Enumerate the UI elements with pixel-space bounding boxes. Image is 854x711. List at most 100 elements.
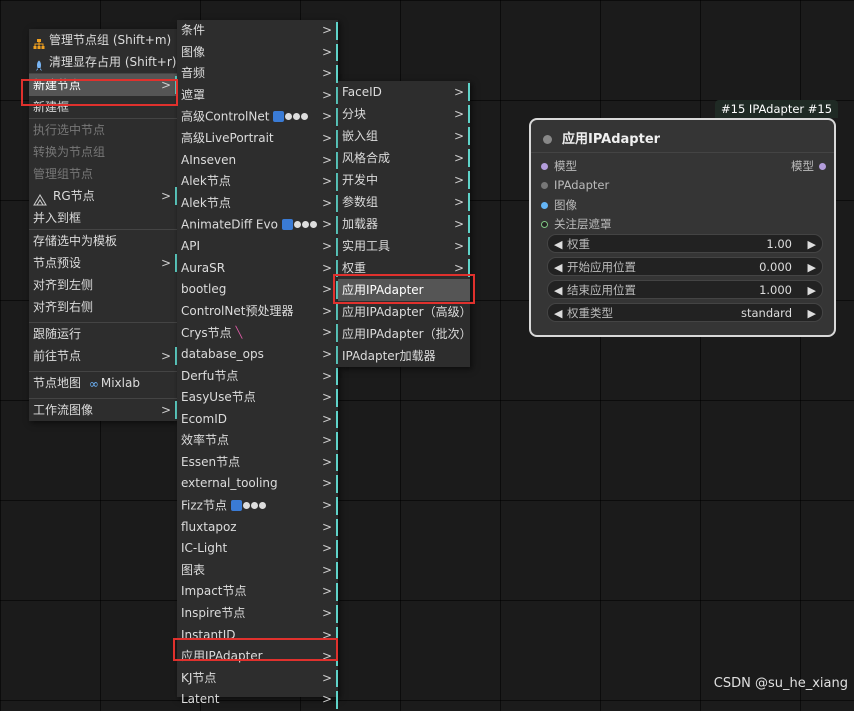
menu-item-go-to-node[interactable]: 前往节点 > — [29, 345, 177, 367]
ipadapter-item-4[interactable]: 开发中 > — [338, 169, 470, 191]
submenu-item-15[interactable]: database_ops > — [177, 344, 338, 366]
menu-item-label: ControlNet预处理器 — [181, 303, 294, 318]
submenu-item-17[interactable]: EasyUse节点 > — [177, 387, 338, 409]
submenu-item-29[interactable]: 应用IPAdapter > — [177, 646, 338, 668]
infinity-icon: ∞ — [88, 376, 99, 391]
input-slot-ipadapter[interactable]: IPAdapter — [541, 178, 609, 192]
menu-item-label: IC-Light — [181, 541, 228, 556]
increment-arrow-icon[interactable]: ▶ — [808, 235, 816, 254]
ipadapter-item-9[interactable]: 应用IPAdapter — [338, 279, 470, 301]
menu-item-align-right[interactable]: 对齐到右侧 — [29, 296, 177, 318]
widget-weight-type[interactable]: ◀ 权重类型 standard ▶ — [547, 303, 823, 322]
widget-weight[interactable]: ◀ 权重 1.00 ▶ — [547, 234, 823, 253]
menu-item-new-node[interactable]: 新建节点 > — [29, 73, 177, 96]
ipadapter-item-8[interactable]: 权重 > — [338, 257, 470, 279]
menu-item-merge-into-frame[interactable]: 并入到框 — [29, 207, 177, 229]
submenu-arrow-icon: > — [321, 692, 332, 707]
menu-item-label: 图像 — [181, 44, 206, 59]
menu-item-clear-vram[interactable]: 清理显存占用 (Shift+r) — [29, 51, 177, 73]
menu-item-label: FaceID — [342, 85, 382, 99]
submenu-item-1[interactable]: 图像 > — [177, 42, 338, 64]
submenu-arrow-icon: > — [321, 23, 332, 37]
decrement-arrow-icon[interactable]: ◀ — [554, 235, 562, 254]
submenu-item-24[interactable]: IC-Light > — [177, 538, 338, 560]
menu-item-rg-nodes[interactable]: RG节点 > — [29, 185, 177, 207]
input-slot-model[interactable]: 模型 — [541, 158, 577, 174]
submenu-item-25[interactable]: 图表 > — [177, 560, 338, 582]
node-pack-badge-icon — [230, 495, 266, 517]
menu-item-workflow-image[interactable]: 工作流图像 > — [29, 398, 177, 421]
menu-item-align-left[interactable]: 对齐到左侧 — [29, 274, 177, 296]
submenu-item-4[interactable]: 高级ControlNet > — [177, 106, 338, 128]
ipadapter-item-7[interactable]: 实用工具 > — [338, 235, 470, 257]
submenu-item-31[interactable]: Latent > — [177, 689, 338, 711]
menu-item-label: API — [181, 238, 200, 253]
decrement-arrow-icon[interactable]: ◀ — [554, 281, 562, 300]
ipadapter-item-1[interactable]: 分块 > — [338, 103, 470, 125]
submenu-item-12[interactable]: bootleg > — [177, 279, 338, 301]
submenu-item-14[interactable]: Crys节点 ╲ > — [177, 322, 338, 344]
submenu-item-8[interactable]: Alek节点 > — [177, 193, 338, 215]
ipadapter-item-5[interactable]: 参数组 > — [338, 191, 470, 213]
menu-item-label: Alek节点 — [181, 174, 231, 189]
ipadapter-item-2[interactable]: 嵌入组 > — [338, 125, 470, 147]
menu-item-save-as-template[interactable]: 存储选中为模板 — [29, 229, 177, 252]
menu-item-node-map[interactable]: 节点地图 ∞ Mixlab — [29, 371, 177, 394]
submenu-item-30[interactable]: KJ节点 > — [177, 668, 338, 690]
widget-start-at[interactable]: ◀ 开始应用位置 0.000 ▶ — [547, 257, 823, 276]
ipadapter-node[interactable]: 应用IPAdapter 模型 IPAdapter 图像 关注层遮罩 模型 ◀ 权… — [529, 118, 836, 337]
menu-item-follow-run[interactable]: 跟随运行 — [29, 322, 177, 345]
submenu-item-7[interactable]: Alek节点 > — [177, 171, 338, 193]
input-slot-attn-mask[interactable]: 关注层遮罩 — [541, 216, 612, 232]
submenu-item-5[interactable]: 高级LivePortrait > — [177, 128, 338, 150]
menu-item-label: KJ节点 — [181, 670, 217, 685]
ipadapter-item-12[interactable]: IPAdapter加载器 — [338, 345, 470, 367]
increment-arrow-icon[interactable]: ▶ — [808, 258, 816, 277]
ipadapter-item-11[interactable]: 应用IPAdapter（批次） — [338, 323, 470, 345]
increment-arrow-icon[interactable]: ▶ — [808, 281, 816, 300]
submenu-item-21[interactable]: external_tooling > — [177, 473, 338, 495]
submenu-item-23[interactable]: fluxtapoz > — [177, 517, 338, 539]
submenu-item-28[interactable]: InstantID > — [177, 625, 338, 647]
submenu-item-2[interactable]: 音频 > — [177, 63, 338, 85]
submenu-item-22[interactable]: Fizz节点 > — [177, 495, 338, 517]
menu-item-label: 权重 — [342, 261, 367, 275]
submenu-item-26[interactable]: Impact节点 > — [177, 581, 338, 603]
submenu-arrow-icon: > — [453, 85, 464, 99]
submenu-item-13[interactable]: ControlNet预处理器 > — [177, 301, 338, 323]
menu-item-label: Alek节点 — [181, 195, 231, 210]
submenu-item-11[interactable]: AuraSR > — [177, 258, 338, 280]
submenu-item-10[interactable]: API > — [177, 236, 338, 258]
submenu-item-27[interactable]: Inspire节点 > — [177, 603, 338, 625]
ipadapter-item-6[interactable]: 加载器 > — [338, 213, 470, 235]
decrement-arrow-icon[interactable]: ◀ — [554, 258, 562, 277]
submenu-item-3[interactable]: 遮罩 > — [177, 85, 338, 107]
output-slot-model[interactable]: 模型 — [791, 158, 826, 174]
ipadapter-item-3[interactable]: 风格合成 > — [338, 147, 470, 169]
menu-item-label: 并入到框 — [33, 211, 82, 225]
menu-item-manage-node-groups[interactable]: 管理节点组 (Shift+m) — [29, 29, 177, 51]
submenu-item-16[interactable]: Derfu节点 > — [177, 366, 338, 388]
node-title[interactable]: 应用IPAdapter — [543, 128, 660, 147]
submenu-item-19[interactable]: 效率节点 > — [177, 430, 338, 452]
submenu-item-9[interactable]: AnimateDiff Evo > — [177, 214, 338, 236]
collapse-dot-icon[interactable] — [543, 135, 552, 144]
menu-item-label: 存储选中为模板 — [33, 234, 118, 248]
widget-end-at[interactable]: ◀ 结束应用位置 1.000 ▶ — [547, 280, 823, 299]
submenu-arrow-icon: > — [321, 109, 332, 124]
ipadapter-item-0[interactable]: FaceID > — [338, 81, 470, 103]
node-header-divider — [531, 152, 834, 153]
ipadapter-item-10[interactable]: 应用IPAdapter（高级） — [338, 301, 470, 323]
menu-item-label: AInseven — [181, 152, 237, 167]
input-slot-image[interactable]: 图像 — [541, 197, 577, 213]
submenu-item-20[interactable]: Essen节点 > — [177, 452, 338, 474]
submenu-item-0[interactable]: 条件 > — [177, 20, 338, 42]
submenu-arrow-icon: > — [321, 87, 332, 102]
submenu-item-6[interactable]: AInseven > — [177, 150, 338, 172]
decrement-arrow-icon[interactable]: ◀ — [554, 304, 562, 323]
submenu-arrow-icon: > — [160, 403, 171, 417]
submenu-item-18[interactable]: EcomID > — [177, 409, 338, 431]
menu-item-new-frame[interactable]: 新建框 — [29, 96, 177, 118]
increment-arrow-icon[interactable]: ▶ — [808, 304, 816, 323]
menu-item-node-presets[interactable]: 节点预设 > — [29, 252, 177, 274]
